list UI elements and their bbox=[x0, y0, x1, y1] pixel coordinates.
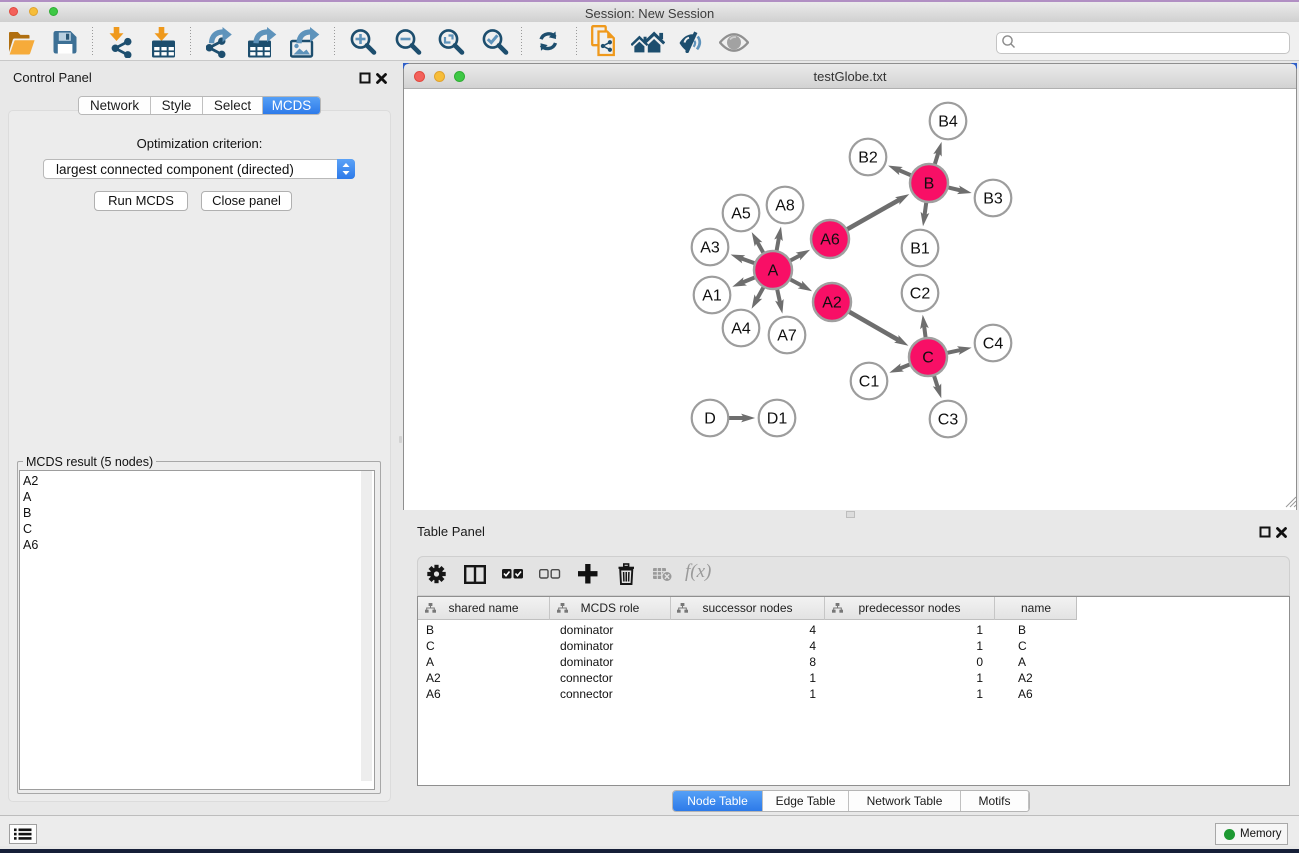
svg-text:A2: A2 bbox=[822, 295, 842, 312]
svg-text:A1: A1 bbox=[702, 288, 722, 305]
svg-text:C3: C3 bbox=[938, 412, 959, 429]
svg-text:B2: B2 bbox=[858, 150, 878, 167]
svg-text:D1: D1 bbox=[767, 411, 788, 428]
svg-text:C: C bbox=[922, 350, 934, 367]
svg-text:A: A bbox=[768, 263, 779, 280]
svg-text:B1: B1 bbox=[910, 241, 930, 258]
svg-text:B4: B4 bbox=[938, 114, 958, 131]
svg-text:C2: C2 bbox=[910, 286, 931, 303]
svg-text:D: D bbox=[704, 411, 716, 428]
svg-text:A7: A7 bbox=[777, 328, 797, 345]
svg-text:C4: C4 bbox=[983, 336, 1004, 353]
svg-text:A5: A5 bbox=[731, 206, 751, 223]
svg-text:B: B bbox=[924, 176, 935, 193]
svg-text:C1: C1 bbox=[859, 374, 880, 391]
svg-text:A4: A4 bbox=[731, 321, 751, 338]
svg-text:A3: A3 bbox=[700, 240, 720, 257]
svg-text:A8: A8 bbox=[775, 198, 795, 215]
svg-text:A6: A6 bbox=[820, 232, 840, 249]
svg-text:B3: B3 bbox=[983, 191, 1003, 208]
